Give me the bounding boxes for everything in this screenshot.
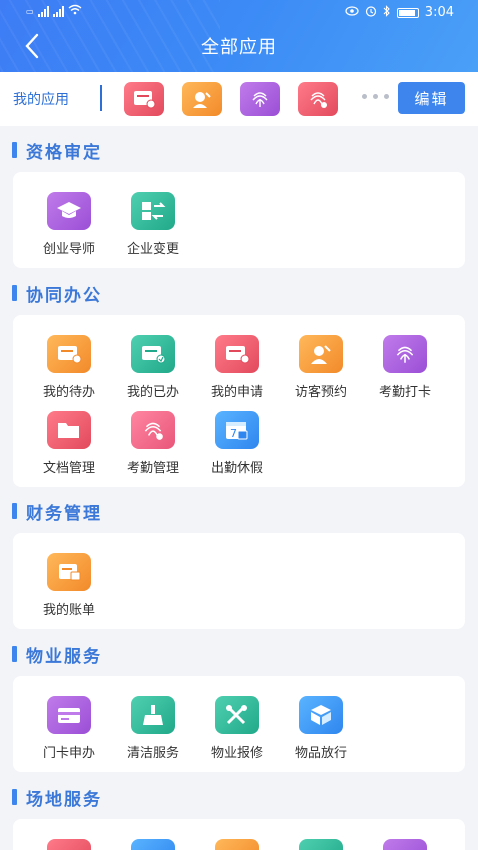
section-title-text: 财务管理: [26, 503, 102, 524]
bluetooth-icon: [383, 5, 391, 20]
app-label: 我的账单: [42, 603, 95, 618]
status-bar: ▭ 3:04: [0, 0, 478, 26]
app-item-release[interactable]: 物品放行: [279, 696, 363, 766]
visitor-orange-icon[interactable]: [182, 82, 222, 116]
card-venue: [13, 819, 465, 850]
app-label: 我的已办: [126, 385, 179, 400]
app-label: 我的待办: [42, 385, 95, 400]
status-time: 3:04: [424, 5, 454, 20]
section-marker: [12, 503, 17, 519]
divider: [100, 85, 102, 111]
swap-icon: [131, 192, 175, 230]
application-icon: [215, 335, 259, 373]
visitor-icon: [299, 335, 343, 373]
app-label: 门卡申办: [42, 746, 95, 761]
app-application[interactable]: 我的申请: [195, 335, 279, 405]
app-done[interactable]: 我的已办: [111, 335, 195, 405]
signal-2-icon: [52, 5, 64, 17]
section-title-text: 物业服务: [26, 646, 102, 667]
app-label: 物品放行: [294, 746, 347, 761]
more-dots-icon[interactable]: [362, 94, 389, 99]
section-title-venue: 场地服务: [12, 786, 102, 810]
app-label: 我的申请: [210, 385, 263, 400]
section-title-office: 协同办公: [12, 282, 102, 306]
app-header: ▭ 3:04 全部应用: [0, 0, 478, 72]
app-documents[interactable]: 文档管理: [27, 411, 111, 481]
app-todo[interactable]: 我的待办: [27, 335, 111, 405]
section-marker: [12, 789, 17, 805]
graduation-cap-icon: [47, 192, 91, 230]
app-leave[interactable]: 7 出勤休假: [195, 411, 279, 481]
folder-icon: [47, 411, 91, 449]
section-title-text: 协同办公: [26, 285, 102, 306]
fingerprint-red-icon[interactable]: [298, 82, 338, 116]
app-company-change[interactable]: 企业变更: [111, 192, 195, 262]
app-attendance-manage[interactable]: 考勤管理: [111, 411, 195, 481]
sim-icon: ▭: [26, 6, 34, 16]
app-visitor[interactable]: 访客预约: [279, 335, 363, 405]
inbox-red-icon[interactable]: [124, 82, 164, 116]
section-marker: [12, 646, 17, 662]
eye-icon: [345, 6, 359, 19]
app-label: 清洁服务: [126, 746, 179, 761]
app-cleaning[interactable]: 清洁服务: [111, 696, 195, 766]
app-attendance-checkin[interactable]: 考勤打卡: [363, 335, 447, 405]
battery-icon: [396, 7, 419, 18]
calendar-icon: 7: [215, 411, 259, 449]
wifi-icon: [68, 4, 82, 18]
back-arrow-icon[interactable]: [18, 32, 46, 60]
app-label: 考勤打卡: [378, 385, 431, 400]
app-label: 企业变更: [126, 242, 179, 257]
fingerprint-settings-icon: [131, 411, 175, 449]
venue-app-icon-3[interactable]: [215, 839, 259, 850]
svg-text:7: 7: [230, 427, 237, 440]
card-icon: [47, 696, 91, 734]
repair-tools-icon: [215, 696, 259, 734]
status-left: ▭: [26, 4, 82, 18]
edit-button[interactable]: 编辑: [398, 82, 465, 114]
section-title-qualification: 资格审定: [12, 139, 102, 163]
status-right: 3:04: [345, 5, 454, 20]
venue-app-icon-5[interactable]: [383, 839, 427, 850]
bill-icon: [47, 553, 91, 591]
title-bar: 全部应用: [0, 26, 478, 66]
section-title-text: 资格审定: [26, 142, 102, 163]
page-title: 全部应用: [201, 37, 277, 58]
venue-app-icon-2[interactable]: [131, 839, 175, 850]
venue-app-icon-4[interactable]: [299, 839, 343, 850]
card-office: 我的待办 我的已办 我的申请 访客预约 考勤打卡 文档管理 考勤管理 7 出勤休…: [13, 315, 465, 487]
app-label: 创业导师: [42, 242, 95, 257]
section-title-finance: 财务管理: [12, 500, 102, 524]
app-bill[interactable]: 我的账单: [27, 553, 111, 623]
app-label: 文档管理: [42, 461, 95, 476]
app-mentor[interactable]: 创业导师: [27, 192, 111, 262]
app-label: 访客预约: [294, 385, 347, 400]
app-label: 出勤休假: [210, 461, 263, 476]
signal-1-icon: [37, 5, 49, 17]
app-label: 物业报修: [210, 746, 263, 761]
app-label: 考勤管理: [126, 461, 179, 476]
fingerprint-purple-icon[interactable]: [240, 82, 280, 116]
section-marker: [12, 142, 17, 158]
alarm-icon: [365, 5, 377, 20]
todo-icon: [47, 335, 91, 373]
broom-icon: [131, 696, 175, 734]
card-finance: 我的账单: [13, 533, 465, 629]
app-door-card[interactable]: 门卡申办: [27, 696, 111, 766]
section-title-property: 物业服务: [12, 643, 102, 667]
my-apps-label: 我的应用: [13, 92, 69, 108]
app-repair[interactable]: 物业报修: [195, 696, 279, 766]
card-property: 门卡申办 清洁服务 物业报修 物品放行: [13, 676, 465, 772]
venue-app-icon-1[interactable]: [47, 839, 91, 850]
done-icon: [131, 335, 175, 373]
section-marker: [12, 285, 17, 301]
section-title-text: 场地服务: [26, 789, 102, 810]
package-icon: [299, 696, 343, 734]
fingerprint-icon: [383, 335, 427, 373]
card-qualification: 创业导师 企业变更: [13, 172, 465, 268]
